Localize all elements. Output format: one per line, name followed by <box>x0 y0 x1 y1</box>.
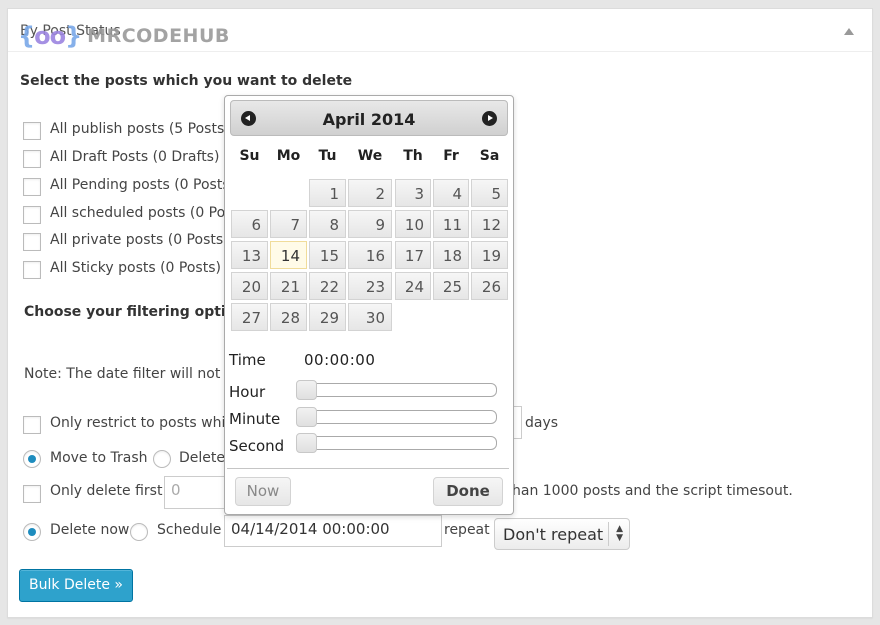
post-status-label: All Sticky posts (0 Posts) <box>50 260 221 276</box>
days-label: days <box>525 415 559 431</box>
calendar-day[interactable]: 8 <box>309 210 346 238</box>
bulk-delete-button[interactable]: Bulk Delete » <box>19 569 133 602</box>
second-slider-handle[interactable] <box>296 433 317 453</box>
calendar-day[interactable]: 26 <box>471 272 508 300</box>
datepicker-header: April 2014 <box>230 100 508 136</box>
now-button[interactable]: Now <box>235 477 291 506</box>
calendar-day[interactable]: 20 <box>231 272 268 300</box>
calendar-day[interactable]: 7 <box>270 210 307 238</box>
repeat-label: repeat <box>444 522 490 538</box>
schedule-radio[interactable] <box>130 523 148 541</box>
only-delete-first-checkbox[interactable] <box>23 485 41 503</box>
filtering-heading: Choose your filtering options <box>24 304 254 320</box>
post-status-label: All private posts (0 Posts) <box>50 232 225 248</box>
post-status-checkbox[interactable] <box>23 206 41 224</box>
second-slider[interactable] <box>296 433 497 453</box>
post-status-checkbox[interactable] <box>23 122 41 140</box>
hour-slider-handle[interactable] <box>296 380 317 400</box>
calendar-day[interactable]: 24 <box>395 272 431 300</box>
calendar-day[interactable]: 30 <box>348 303 392 331</box>
calendar-day[interactable]: 5 <box>471 179 508 207</box>
hour-label: Hour <box>229 383 266 401</box>
timeout-note: han 1000 posts and the script timesout. <box>512 483 793 499</box>
move-to-trash-radio[interactable] <box>23 450 41 468</box>
calendar-day[interactable]: 2 <box>348 179 392 207</box>
done-button[interactable]: Done <box>433 477 503 506</box>
weekday-header: Sa <box>479 148 500 164</box>
post-status-checkbox[interactable] <box>23 150 41 168</box>
schedule-label: Schedule <box>157 522 222 538</box>
second-label: Second <box>229 437 285 455</box>
time-value: 00:00:00 <box>304 351 376 369</box>
calendar-day-today[interactable]: 14 <box>270 241 307 269</box>
delete-permanently-radio[interactable] <box>153 450 171 468</box>
calendar-day[interactable]: 15 <box>309 241 346 269</box>
post-status-label: All Pending posts (0 Posts) <box>50 177 225 193</box>
calendar-day[interactable]: 6 <box>231 210 268 238</box>
time-label: Time <box>229 351 266 369</box>
calendar-day[interactable]: 9 <box>348 210 392 238</box>
select-divider <box>608 522 609 546</box>
datetime-picker: April 2014 Su Mo Tu We Th Fr Sa 1 2 3 4 5 6 7 8 9 10 11 1… <box>224 95 514 515</box>
delete-now-label: Delete now <box>50 522 130 538</box>
delete-now-radio[interactable] <box>23 523 41 541</box>
calendar-day[interactable]: 22 <box>309 272 346 300</box>
weekday-header: Th <box>403 148 423 164</box>
calendar-day[interactable]: 28 <box>270 303 307 331</box>
calendar-day[interactable]: 4 <box>433 179 469 207</box>
calendar-day[interactable]: 29 <box>309 303 346 331</box>
calendar-day[interactable]: 16 <box>348 241 392 269</box>
calendar-day[interactable]: 25 <box>433 272 469 300</box>
watermark-logo-icon: {oo} <box>18 22 82 50</box>
weekday-header: Su <box>239 148 260 164</box>
delete-permanently-label: Delete <box>179 450 225 466</box>
post-status-label: All Draft Posts (0 Drafts) <box>50 149 220 165</box>
minute-slider-handle[interactable] <box>296 407 317 427</box>
weekday-header: Mo <box>276 148 301 164</box>
calendar-day[interactable]: 21 <box>270 272 307 300</box>
collapse-toggle-icon[interactable] <box>844 28 854 35</box>
calendar-day[interactable]: 17 <box>395 241 431 269</box>
calendar-day[interactable]: 3 <box>395 179 431 207</box>
minute-label: Minute <box>229 410 281 428</box>
calendar-day[interactable]: 10 <box>395 210 431 238</box>
post-status-checkbox[interactable] <box>23 178 41 196</box>
post-status-label: All publish posts (5 Posts) <box>50 121 225 137</box>
watermark: {oo} MRCODEHUB <box>18 24 230 48</box>
repeat-select[interactable]: Don't repeat ▲ ▼ <box>494 518 630 550</box>
post-status-label: All scheduled posts (0 Posts) <box>50 205 225 221</box>
calendar-day[interactable]: 12 <box>471 210 508 238</box>
weekday-header: We <box>357 148 383 164</box>
calendar-day[interactable]: 27 <box>231 303 268 331</box>
datepicker-divider <box>227 468 509 469</box>
weekday-header: Tu <box>318 148 337 164</box>
move-to-trash-label: Move to Trash <box>50 450 148 466</box>
post-status-checkbox[interactable] <box>23 233 41 251</box>
calendar-day[interactable]: 23 <box>348 272 392 300</box>
post-status-checkbox[interactable] <box>23 261 41 279</box>
minute-slider[interactable] <box>296 407 497 427</box>
restrict-days-label: Only restrict to posts which <box>50 415 242 431</box>
repeat-select-value: Don't repeat <box>503 525 604 544</box>
watermark-text: MRCODEHUB <box>87 25 230 47</box>
select-arrows-icon: ▲ ▼ <box>616 524 623 543</box>
calendar-day[interactable]: 11 <box>433 210 469 238</box>
calendar-day[interactable]: 1 <box>309 179 346 207</box>
only-delete-first-label: Only delete first <box>50 483 163 499</box>
select-posts-heading: Select the posts which you want to delet… <box>20 73 353 89</box>
restrict-days-checkbox[interactable] <box>23 416 41 434</box>
calendar-day[interactable]: 18 <box>433 241 469 269</box>
calendar-day[interactable]: 19 <box>471 241 508 269</box>
month-title: April 2014 <box>322 110 416 129</box>
next-month-icon[interactable] <box>482 111 497 126</box>
calendar-day[interactable]: 13 <box>231 241 268 269</box>
weekday-header: Fr <box>443 148 459 164</box>
hour-slider[interactable] <box>296 380 497 400</box>
schedule-datetime-input[interactable]: 04/14/2014 00:00:00 <box>224 515 442 547</box>
